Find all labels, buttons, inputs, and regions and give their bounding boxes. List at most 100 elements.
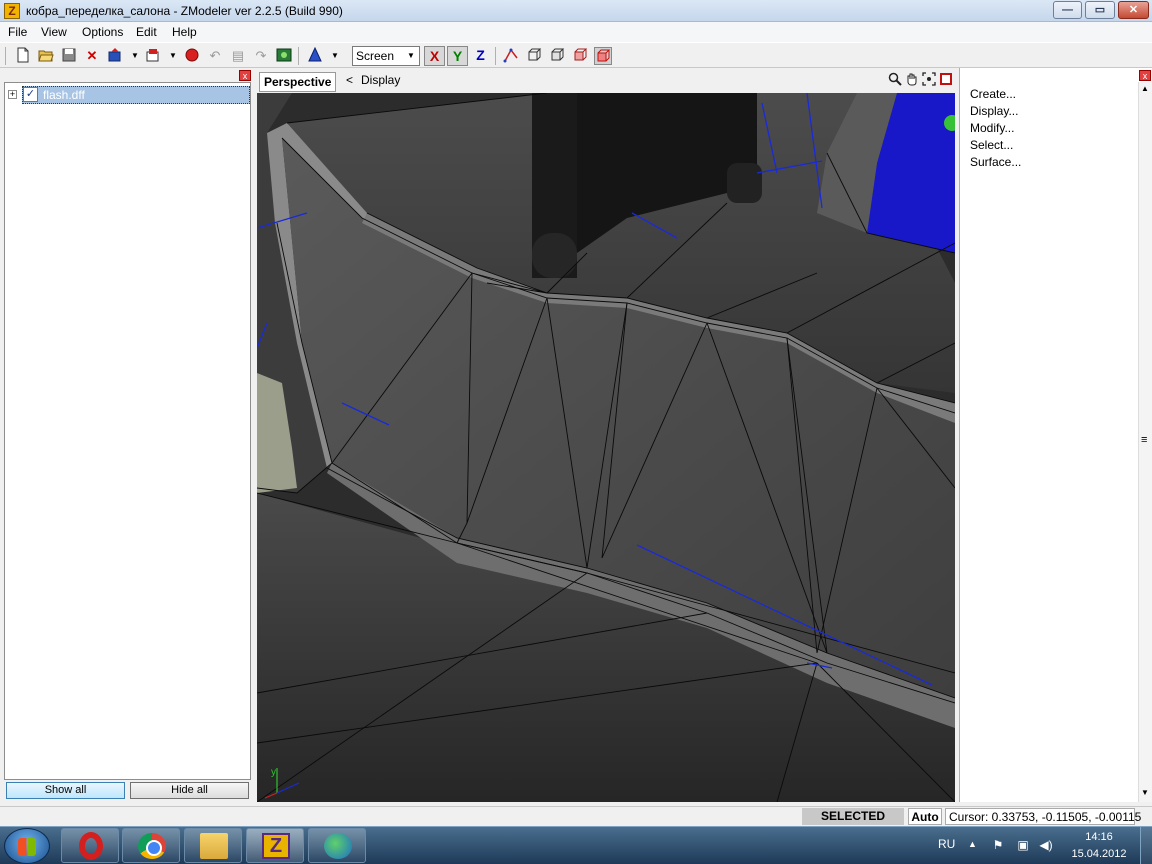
toolbar-separator — [495, 47, 496, 65]
record-icon[interactable] — [183, 47, 201, 65]
zmodeler-icon: Z — [262, 833, 290, 859]
undo-icon[interactable]: ↶ — [206, 47, 224, 65]
render-icon[interactable] — [275, 47, 293, 65]
tree-item-label[interactable]: flash.dff — [22, 86, 250, 104]
export-dropdown-icon[interactable]: ▼ — [164, 47, 182, 65]
menu-file[interactable]: File — [8, 25, 27, 39]
export-icon[interactable] — [144, 47, 162, 65]
volume-icon[interactable]: ◀) — [1038, 837, 1054, 853]
tree-item-flash-dff[interactable]: + flash.dff ✓ — [8, 86, 250, 104]
maximize-viewport-icon[interactable] — [938, 72, 953, 88]
clipboard-icon[interactable]: ▤ — [229, 47, 247, 65]
zoom-icon[interactable] — [887, 72, 902, 88]
viewport-display-label[interactable]: Display — [361, 73, 400, 87]
import-icon[interactable] — [106, 47, 124, 65]
axis-y-button[interactable]: Y — [447, 46, 468, 66]
axis-z-button[interactable]: Z — [470, 46, 491, 66]
taskbar-globe[interactable] — [308, 828, 366, 863]
tray-expand-icon[interactable]: ▲ — [968, 839, 977, 849]
show-desktop-button[interactable] — [1140, 827, 1152, 864]
scene-render[interactable]: y — [257, 93, 955, 802]
save-icon[interactable] — [60, 47, 78, 65]
pole-small — [727, 163, 762, 203]
windows-logo-icon — [18, 838, 36, 856]
close-button[interactable]: ✕ — [1118, 1, 1149, 19]
scroll-up-icon[interactable]: ▲ — [1141, 84, 1149, 93]
visibility-checkbox[interactable]: ✓ — [23, 87, 38, 102]
svg-text:y: y — [271, 767, 276, 778]
taskbar-explorer[interactable] — [184, 828, 242, 863]
axis-x-button[interactable]: X — [424, 46, 445, 66]
cmd-display[interactable]: Display... — [970, 104, 1018, 118]
scene-tree: + flash.dff ✓ — [4, 82, 251, 780]
network-icon[interactable]: ▣ — [1015, 837, 1031, 853]
scene-tree-panel: x + flash.dff ✓ Show all Hide all — [0, 68, 255, 802]
toolbar-separator — [298, 47, 299, 65]
window-title: кобра_переделка_салона - ZModeler ver 2.… — [26, 4, 343, 18]
taskbar-chrome[interactable] — [122, 828, 180, 863]
language-indicator[interactable]: RU — [938, 837, 955, 851]
maximize-button[interactable]: ▭ — [1085, 1, 1115, 19]
auto-mode-indicator[interactable]: Auto — [908, 808, 942, 825]
minimize-button[interactable]: — — [1053, 1, 1082, 19]
action-center-icon[interactable]: ⚑ — [990, 837, 1006, 853]
chrome-icon — [138, 833, 166, 859]
close-icon[interactable]: x — [239, 70, 251, 81]
select-all-icon[interactable] — [594, 47, 612, 65]
select-groups-icon[interactable] — [571, 47, 589, 65]
color-icon[interactable] — [306, 46, 324, 65]
expand-icon[interactable]: + — [8, 90, 17, 99]
close-icon[interactable]: x — [1139, 70, 1151, 81]
hide-all-button[interactable]: Hide all — [130, 782, 249, 799]
cmd-modify[interactable]: Modify... — [970, 121, 1014, 135]
taskbar-opera[interactable] — [61, 828, 119, 863]
status-bar: SELECTED MODE Auto Cursor: 0.33753, -0.1… — [0, 806, 1152, 840]
select-vertices-icon[interactable] — [502, 47, 520, 65]
scroll-grip-icon[interactable]: ≡ — [1141, 434, 1147, 446]
chevron-down-icon: ▼ — [407, 51, 415, 60]
start-button[interactable] — [4, 828, 50, 864]
opera-icon — [79, 832, 103, 860]
coord-mode-value: Screen — [356, 49, 395, 63]
viewport-name-tab[interactable]: Perspective — [259, 72, 337, 92]
title-bar: Z кобра_переделка_салона - ZModeler ver … — [0, 0, 1152, 22]
pole-base — [532, 233, 577, 278]
menu-help[interactable]: Help — [172, 25, 197, 39]
cursor-coordinates: Cursor: 0.33753, -0.11505, -0.00115 — [945, 808, 1141, 825]
open-file-icon[interactable] — [37, 47, 55, 65]
chevron-left-icon[interactable]: < — [346, 73, 353, 87]
menu-bar: File View Options Edit Help — [0, 22, 1152, 42]
delete-icon[interactable]: ✕ — [83, 47, 101, 65]
menu-edit[interactable]: Edit — [136, 25, 157, 39]
zmodeler-app-icon[interactable]: Z — [4, 3, 20, 19]
cmd-select[interactable]: Select... — [970, 138, 1013, 152]
globe-icon — [324, 833, 352, 859]
show-all-button[interactable]: Show all — [6, 782, 125, 799]
cmd-surface[interactable]: Surface... — [970, 155, 1021, 169]
main-toolbar: ✕ ▼ ▼ ↶ ▤ ↷ ▼ Screen ▼ X Y Z — [0, 42, 1152, 68]
redo-icon[interactable]: ↷ — [252, 47, 270, 65]
toolbar-separator — [5, 47, 6, 65]
select-faces-icon[interactable] — [548, 47, 566, 65]
command-panel: x Create... Display... Modify... Select.… — [959, 68, 1152, 802]
explorer-icon — [200, 833, 228, 859]
menu-options[interactable]: Options — [82, 25, 123, 39]
fit-icon[interactable] — [921, 72, 936, 88]
command-scrollbar[interactable]: ▲ ≡ ▼ — [1138, 82, 1152, 802]
select-objects-icon[interactable] — [525, 47, 543, 65]
import-dropdown-icon[interactable]: ▼ — [126, 47, 144, 65]
selection-mode-indicator: SELECTED MODE — [802, 808, 904, 840]
new-file-icon[interactable] — [14, 47, 32, 65]
scroll-down-icon[interactable]: ▼ — [1141, 788, 1149, 797]
cmd-create[interactable]: Create... — [970, 87, 1016, 101]
clock-time[interactable]: 14:16 — [1066, 831, 1132, 843]
color-dropdown-icon[interactable]: ▼ — [326, 47, 344, 65]
coord-mode-select[interactable]: Screen ▼ — [352, 46, 420, 66]
perspective-viewport[interactable]: y — [257, 93, 955, 802]
pan-icon[interactable] — [904, 72, 919, 88]
menu-view[interactable]: View — [41, 25, 67, 39]
clock-date[interactable]: 15.04.2012 — [1066, 848, 1132, 860]
taskbar-zmodeler[interactable]: Z — [246, 828, 304, 863]
viewport-header: Perspective < Display — [257, 70, 955, 93]
windows-taskbar: Z RU ▲ ⚑ ▣ ◀) 14:16 15.04.2012 — [0, 826, 1152, 864]
